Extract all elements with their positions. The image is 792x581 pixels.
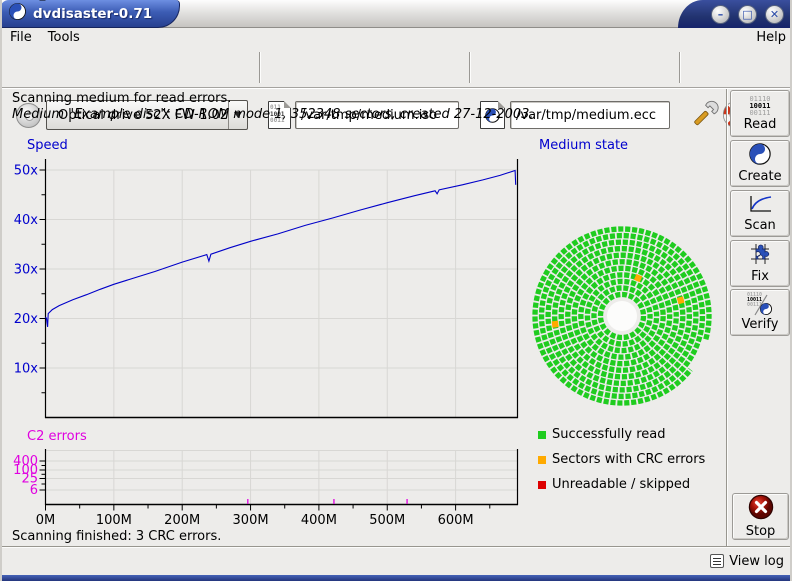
view-log-button[interactable]: View log [729,554,784,569]
menubar: File Tools Help [2,28,792,47]
fix-button-label: Fix [751,269,769,284]
c2-errors-title: C2 errors [27,429,87,444]
legend-label: Sectors with CRC errors [552,452,705,467]
svg-text:500M: 500M [369,513,405,528]
create-button-label: Create [738,169,781,184]
menu-tools[interactable]: Tools [40,30,88,45]
preferences-wrench-icon[interactable] [689,99,719,135]
legend-swatch-red [538,481,546,489]
app-logo-yinyang-icon [9,3,26,24]
minimize-button[interactable]: – [711,5,730,24]
close-button[interactable]: ✕ [765,5,784,24]
verify-button-label: Verify [742,317,779,332]
window-title: dvdisaster-0.71 [33,6,152,22]
toolbar-separator [259,52,261,83]
legend-item-crc: Sectors with CRC errors [538,452,705,467]
medium-info-line: Medium "Example disc": CD-ROM mode 1, 35… [12,107,534,122]
read-button-label: Read [744,117,777,132]
svg-text:100M: 100M [96,513,132,528]
svg-text:0M: 0M [36,513,56,528]
medium-state-title: Medium state [539,138,628,153]
read-button[interactable]: 011101001100111 Read [730,90,790,137]
scan-status-line: Scanning medium for read errors. [12,91,231,106]
legend-swatch-orange [538,456,546,464]
legend-label: Unreadable / skipped [552,477,690,492]
svg-text:400M: 400M [301,513,337,528]
legend-item-ok: Successfully read [538,427,665,442]
speed-chart-title: Speed [27,138,68,153]
svg-text:600M: 600M [438,513,474,528]
scan-button-label: Scan [744,218,776,233]
binary-rows-icon: 011101001100111 [749,96,770,117]
svg-text:30x: 30x [14,263,39,278]
create-button[interactable]: Create [730,140,790,187]
window-controls: – □ ✕ [678,0,792,28]
stop-x-icon [748,494,774,524]
footer-status-text: Scanning finished: 3 CRC errors. [12,529,221,544]
fix-button[interactable]: Fix [730,240,790,287]
toolbar-separator [679,52,681,83]
puzzle-piece-icon [748,243,772,269]
title-tab: dvdisaster-0.71 [0,0,180,28]
svg-text:200M: 200M [164,513,200,528]
menu-help[interactable]: Help [748,30,792,45]
toolbar-separator [469,52,471,83]
svg-text:40x: 40x [14,213,39,228]
svg-text:100: 100 [13,463,38,478]
stop-button-label: Stop [746,524,776,539]
scan-button[interactable]: Scan [730,190,790,237]
svg-text:400: 400 [13,454,38,469]
titlebar: dvdisaster-0.71 – □ ✕ [0,0,792,28]
legend-swatch-green [538,431,546,439]
toolbar: Optical drive 52X FW 1.02 01110010011 [2,47,792,88]
svg-text:6: 6 [30,483,38,498]
statusbar: View log [2,546,792,575]
legend-item-bad: Unreadable / skipped [538,477,690,492]
sidebar-separator [726,89,728,546]
svg-text:20x: 20x [14,312,39,327]
menu-file[interactable]: File [2,30,40,45]
maximize-button[interactable]: □ [738,5,757,24]
ecc-path-input[interactable] [510,101,670,129]
verify-button[interactable]: 011101001100111 Verify [730,289,790,336]
view-log-icon[interactable] [710,554,724,568]
legend-label: Successfully read [552,427,665,442]
svg-text:50x: 50x [14,164,39,179]
svg-text:300M: 300M [233,513,269,528]
yinyang-icon [749,143,771,169]
svg-text:25: 25 [21,472,38,487]
stop-button[interactable]: Stop [732,493,789,540]
svg-text:10x: 10x [14,362,39,377]
window-bottom-frame [0,575,792,581]
binary-yinyang-icon: 011101001100111 [747,293,773,317]
speed-curve-icon [747,194,773,218]
app-window: dvdisaster-0.71 – □ ✕ File Tools Help Op… [0,0,792,581]
